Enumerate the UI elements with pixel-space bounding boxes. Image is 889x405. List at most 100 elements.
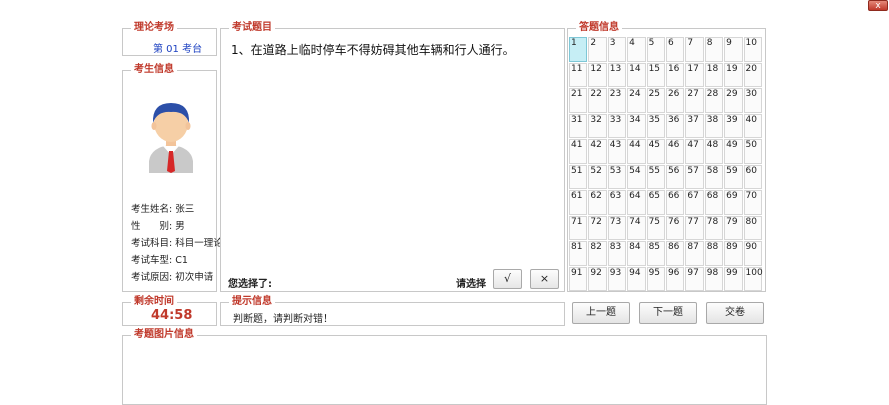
answer-cell[interactable]: 25 xyxy=(646,88,665,113)
answer-cell[interactable]: 19 xyxy=(724,62,743,87)
answer-cell[interactable]: 24 xyxy=(627,88,646,113)
answer-cell[interactable]: 15 xyxy=(646,62,665,87)
answer-cell[interactable]: 85 xyxy=(646,241,665,266)
answer-cell[interactable]: 33 xyxy=(607,113,627,138)
prev-question-button[interactable]: 上一题 xyxy=(572,302,630,324)
true-answer-button[interactable]: √ xyxy=(493,269,522,289)
close-window-button[interactable]: x xyxy=(868,0,888,11)
answer-cell[interactable]: 88 xyxy=(704,241,724,266)
answer-cell[interactable]: 6 xyxy=(665,37,685,62)
answer-cell[interactable]: 64 xyxy=(627,190,646,215)
answer-cell[interactable]: 34 xyxy=(627,113,646,138)
answer-cell[interactable]: 86 xyxy=(665,241,685,266)
answer-cell[interactable]: 66 xyxy=(665,190,685,215)
answer-cell[interactable]: 82 xyxy=(588,241,607,266)
answer-cell[interactable]: 42 xyxy=(588,139,607,164)
answer-cell[interactable]: 63 xyxy=(607,190,627,215)
answer-cell[interactable]: 17 xyxy=(685,62,704,87)
answer-cell[interactable]: 81 xyxy=(569,241,588,266)
submit-exam-button[interactable]: 交卷 xyxy=(706,302,764,324)
answer-cell[interactable]: 22 xyxy=(588,88,607,113)
answer-cell[interactable]: 76 xyxy=(665,215,685,240)
answer-cell[interactable]: 65 xyxy=(646,190,665,215)
answer-cell[interactable]: 75 xyxy=(646,215,665,240)
answer-cell[interactable]: 60 xyxy=(743,164,762,189)
answer-cell[interactable]: 5 xyxy=(646,37,665,62)
answer-cell[interactable]: 39 xyxy=(724,113,743,138)
answer-cell[interactable]: 69 xyxy=(724,190,743,215)
answer-cell[interactable]: 8 xyxy=(704,37,724,62)
answer-cell[interactable]: 93 xyxy=(607,266,627,291)
answer-cell[interactable]: 74 xyxy=(627,215,646,240)
false-answer-button[interactable]: × xyxy=(530,269,559,289)
answer-cell[interactable]: 72 xyxy=(588,215,607,240)
answer-cell[interactable]: 51 xyxy=(569,164,588,189)
answer-cell[interactable]: 11 xyxy=(569,62,588,87)
answer-cell[interactable]: 26 xyxy=(665,88,685,113)
answer-cell[interactable]: 32 xyxy=(588,113,607,138)
answer-cell[interactable]: 27 xyxy=(685,88,704,113)
answer-cell[interactable]: 91 xyxy=(569,266,588,291)
answer-cell[interactable]: 83 xyxy=(607,241,627,266)
answer-cell[interactable]: 54 xyxy=(627,164,646,189)
answer-cell[interactable]: 47 xyxy=(685,139,704,164)
answer-cell[interactable]: 73 xyxy=(607,215,627,240)
answer-cell[interactable]: 1 xyxy=(569,37,588,62)
answer-cell[interactable]: 56 xyxy=(665,164,685,189)
next-question-button[interactable]: 下一题 xyxy=(639,302,697,324)
answer-cell[interactable]: 7 xyxy=(685,37,704,62)
answer-cell[interactable]: 79 xyxy=(724,215,743,240)
answer-cell[interactable]: 41 xyxy=(569,139,588,164)
answer-cell[interactable]: 70 xyxy=(743,190,762,215)
answer-cell[interactable]: 71 xyxy=(569,215,588,240)
answer-cell[interactable]: 96 xyxy=(665,266,685,291)
answer-cell[interactable]: 89 xyxy=(724,241,743,266)
answer-cell[interactable]: 68 xyxy=(704,190,724,215)
answer-cell[interactable]: 62 xyxy=(588,190,607,215)
answer-cell[interactable]: 12 xyxy=(588,62,607,87)
answer-cell[interactable]: 61 xyxy=(569,190,588,215)
answer-cell[interactable]: 52 xyxy=(588,164,607,189)
answer-cell[interactable]: 45 xyxy=(646,139,665,164)
answer-cell[interactable]: 37 xyxy=(685,113,704,138)
answer-cell[interactable]: 87 xyxy=(685,241,704,266)
answer-cell[interactable]: 9 xyxy=(724,37,743,62)
answer-cell[interactable]: 20 xyxy=(743,62,762,87)
answer-cell[interactable]: 14 xyxy=(627,62,646,87)
answer-cell[interactable]: 100 xyxy=(743,266,763,291)
answer-cell[interactable]: 92 xyxy=(588,266,607,291)
answer-cell[interactable]: 78 xyxy=(704,215,724,240)
answer-cell[interactable]: 31 xyxy=(569,113,588,138)
answer-cell[interactable]: 95 xyxy=(646,266,665,291)
answer-cell[interactable]: 50 xyxy=(743,139,762,164)
answer-cell[interactable]: 21 xyxy=(569,88,588,113)
answer-cell[interactable]: 35 xyxy=(646,113,665,138)
answer-cell[interactable]: 36 xyxy=(665,113,685,138)
answer-cell[interactable]: 23 xyxy=(607,88,627,113)
answer-cell[interactable]: 49 xyxy=(724,139,743,164)
answer-cell[interactable]: 18 xyxy=(704,62,724,87)
answer-cell[interactable]: 2 xyxy=(588,37,607,62)
answer-cell[interactable]: 43 xyxy=(607,139,627,164)
answer-cell[interactable]: 30 xyxy=(743,88,762,113)
answer-cell[interactable]: 3 xyxy=(607,37,627,62)
answer-cell[interactable]: 97 xyxy=(685,266,704,291)
answer-cell[interactable]: 90 xyxy=(743,241,762,266)
answer-cell[interactable]: 99 xyxy=(724,266,743,291)
answer-cell[interactable]: 38 xyxy=(704,113,724,138)
answer-cell[interactable]: 28 xyxy=(704,88,724,113)
answer-cell[interactable]: 57 xyxy=(685,164,704,189)
answer-cell[interactable]: 53 xyxy=(607,164,627,189)
answer-cell[interactable]: 77 xyxy=(685,215,704,240)
answer-cell[interactable]: 58 xyxy=(704,164,724,189)
answer-cell[interactable]: 94 xyxy=(627,266,646,291)
answer-cell[interactable]: 44 xyxy=(627,139,646,164)
answer-cell[interactable]: 4 xyxy=(627,37,646,62)
answer-cell[interactable]: 55 xyxy=(646,164,665,189)
answer-cell[interactable]: 13 xyxy=(607,62,627,87)
answer-cell[interactable]: 80 xyxy=(743,215,762,240)
answer-cell[interactable]: 16 xyxy=(665,62,685,87)
answer-cell[interactable]: 40 xyxy=(743,113,762,138)
answer-cell[interactable]: 46 xyxy=(665,139,685,164)
answer-cell[interactable]: 98 xyxy=(704,266,724,291)
